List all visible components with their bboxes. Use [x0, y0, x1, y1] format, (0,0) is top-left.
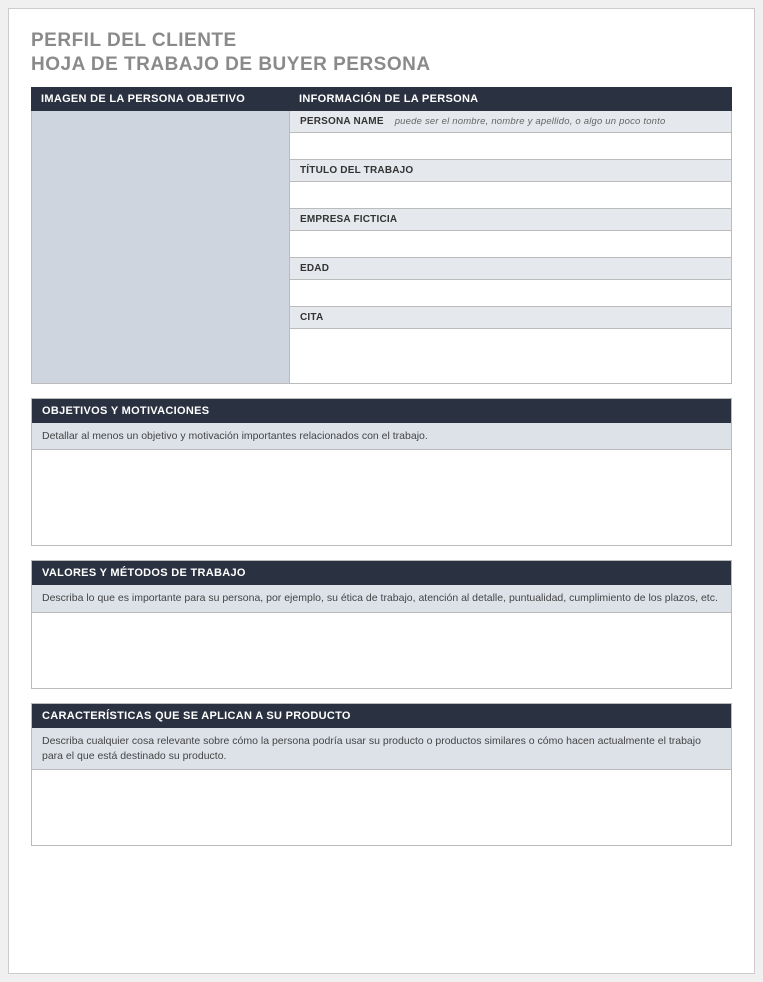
quote-input[interactable] [290, 329, 731, 383]
image-column [32, 111, 290, 383]
worksheet-page: PERFIL DEL CLIENTE HOJA DE TRABAJO DE BU… [8, 8, 755, 974]
objectives-description: Detallar al menos un objetivo y motivaci… [32, 423, 731, 451]
quote-label: CITA [290, 306, 731, 329]
page-title: PERFIL DEL CLIENTE HOJA DE TRABAJO DE BU… [31, 29, 732, 77]
values-header: VALORES Y MÉTODOS DE TRABAJO [32, 561, 731, 585]
objectives-section: OBJETIVOS Y MOTIVACIONES Detallar al men… [31, 398, 732, 547]
objectives-input[interactable] [32, 450, 731, 545]
title-line-2: HOJA DE TRABAJO DE BUYER PERSONA [31, 54, 431, 75]
info-column: PERSONA NAME puede ser el nombre, nombre… [290, 111, 731, 383]
characteristics-description: Describa cualquier cosa relevante sobre … [32, 728, 731, 770]
info-header: INFORMACIÓN DE LA PERSONA [289, 87, 732, 111]
persona-name-text: PERSONA NAME [300, 116, 384, 127]
values-section: VALORES Y MÉTODOS DE TRABAJO Describa lo… [31, 560, 732, 689]
age-input[interactable] [290, 280, 731, 306]
company-label: EMPRESA FICTICIA [290, 208, 731, 231]
persona-image-placeholder[interactable] [32, 111, 290, 383]
values-description: Describa lo que es importante para su pe… [32, 585, 731, 613]
characteristics-input[interactable] [32, 770, 731, 845]
values-input[interactable] [32, 613, 731, 688]
persona-name-hint: puede ser el nombre, nombre y apellido, … [395, 116, 666, 127]
objectives-header: OBJETIVOS Y MOTIVACIONES [32, 399, 731, 423]
persona-name-label: PERSONA NAME puede ser el nombre, nombre… [290, 111, 731, 133]
age-label: EDAD [290, 257, 731, 280]
job-title-input[interactable] [290, 182, 731, 208]
top-container: PERSONA NAME puede ser el nombre, nombre… [31, 111, 732, 384]
title-line-1: PERFIL DEL CLIENTE [31, 30, 237, 51]
company-input[interactable] [290, 231, 731, 257]
characteristics-header: CARACTERÍSTICAS QUE SE APLICAN A SU PROD… [32, 704, 731, 728]
top-section: IMAGEN DE LA PERSONA OBJETIVO INFORMACIÓ… [31, 87, 732, 384]
image-header: IMAGEN DE LA PERSONA OBJETIVO [31, 87, 289, 111]
job-title-label: TÍTULO DEL TRABAJO [290, 159, 731, 182]
top-headers: IMAGEN DE LA PERSONA OBJETIVO INFORMACIÓ… [31, 87, 732, 111]
characteristics-section: CARACTERÍSTICAS QUE SE APLICAN A SU PROD… [31, 703, 732, 846]
persona-name-input[interactable] [290, 133, 731, 159]
